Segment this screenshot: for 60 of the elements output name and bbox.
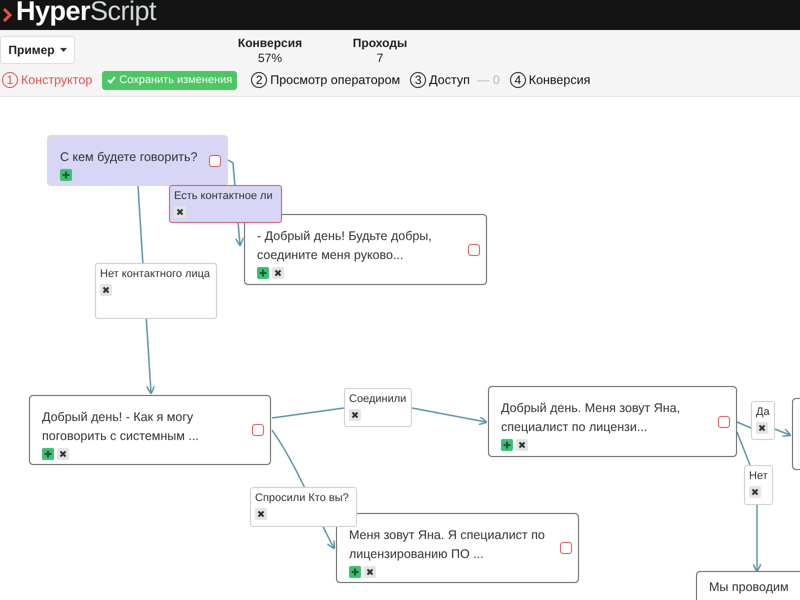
answer-text: Нет [749,469,768,484]
step-tab[interactable]: 4 Конверсия [510,72,590,88]
check-icon [107,76,116,84]
delete-icon[interactable] [364,566,376,578]
node-text: Мы проводим [709,579,790,596]
add-icon[interactable] [42,448,54,460]
node-text: С кем будете говорить? [60,149,198,166]
step-tab[interactable]: 2 Просмотр оператором [251,72,400,88]
node-checkbox[interactable] [209,154,221,166]
answer-label[interactable]: Да [751,401,775,440]
add-icon[interactable] [349,566,361,578]
node-text: Добрый день. Меня зовут Яна, специалист по лицензи... [501,400,682,436]
stat-label: Проходы [352,36,408,51]
stat-value: 57% [258,51,282,66]
script-node[interactable]: - Добрый день! Будьте добры, соедините меня руково... [244,214,487,285]
answer-text: Да [756,405,770,420]
answer-text: Соединили [349,392,407,407]
node-checkbox[interactable] [718,416,730,428]
connector-arrow [752,505,762,573]
node-checkbox[interactable] [560,542,572,554]
delete-icon[interactable] [756,422,768,434]
delete-icon[interactable] [100,284,112,296]
add-icon[interactable] [60,169,72,181]
answer-text: Спросили Кто вы? [255,491,350,506]
app-logo: HyperScript [16,0,156,26]
connector-line [736,421,752,429]
delete-icon[interactable] [749,486,761,498]
connector-line [736,432,751,466]
script-node[interactable]: Добрый день! - Как я могу поговорить с системным ... [29,395,271,465]
answer-label[interactable]: Нет [744,465,773,505]
stat-label: Конверсия [238,36,302,51]
caret-icon [60,48,67,52]
step-tab[interactable]: 3 Доступ — 0 [410,72,500,88]
script-node[interactable]: Меня зовут Яна. Я специалист по лицензированию ПО ... [336,513,579,583]
delete-icon[interactable] [57,448,69,460]
answer-label[interactable]: Соединили [344,388,412,427]
script-dropdown[interactable]: Пример [0,36,75,64]
delete-icon[interactable] [349,409,361,421]
delete-icon[interactable] [255,508,267,520]
node-text: Меня зовут Яна. Я специалист по лицензированию ПО ... [349,527,546,563]
answer-label[interactable]: Спросили Кто вы? [250,487,357,527]
delete-icon[interactable] [272,267,284,279]
node-checkbox[interactable] [468,244,480,256]
script-node[interactable]: Мы проводим [696,571,800,600]
script-node[interactable]: Добрый день. Меня зовут Яна, специалист по лицензи... [488,386,737,457]
add-icon[interactable] [501,439,513,451]
script-node[interactable]: С кем будете говорить? [47,135,228,186]
stat-value: 7 [376,51,384,66]
add-icon[interactable] [257,267,269,279]
node-text: - Добрый день! Будьте добры, соедините меня руково... [257,228,433,264]
answer-label[interactable]: Нет контактного лица [95,263,217,319]
answer-label[interactable]: Есть контактное ли [169,185,282,223]
delete-icon[interactable] [174,206,186,218]
answer-text: Есть контактное ли [174,189,274,204]
logo-icon [2,8,12,22]
node-checkbox[interactable] [252,424,264,436]
step-tab[interactable]: 1 Конструктор [2,72,92,88]
node-text: Добрый день! - Как я могу поговорить с системным ... [42,409,200,445]
answer-text: Нет контактного лица [100,267,212,282]
delete-icon[interactable] [516,439,528,451]
